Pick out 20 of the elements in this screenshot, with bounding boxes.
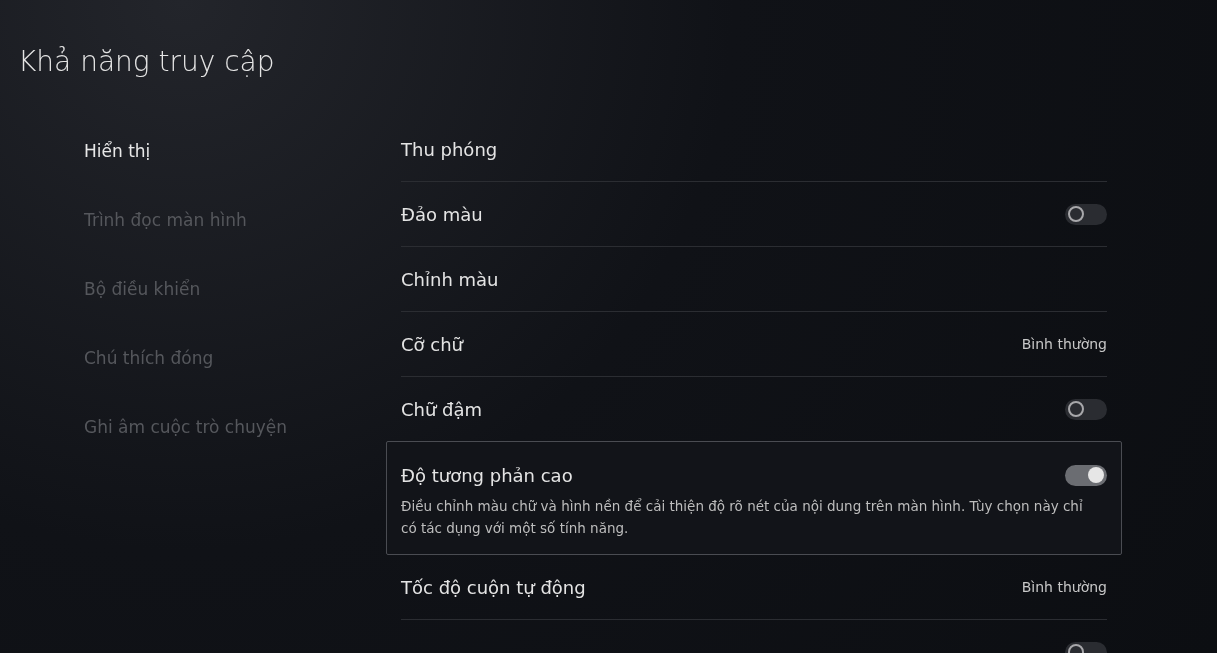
toggle-switch[interactable]	[1065, 203, 1107, 225]
setting-label: Thu phóng	[401, 137, 498, 162]
setting-value: Bình thường	[1021, 334, 1107, 354]
setting-label: Tốc độ cuộn tự động	[401, 575, 586, 600]
sidebar-item[interactable]: Ghi âm cuộc trò chuyện	[84, 414, 287, 441]
sidebar-item[interactable]: Chú thích đóng	[84, 345, 214, 372]
setting-label: Chữ đậm	[401, 397, 483, 422]
setting-label: Đảo màu	[401, 202, 483, 227]
focused-setting-card[interactable]: Độ tương phản cao Điều chỉnh màu chữ và hình nền để cải thiện độ rõ nét của nội dung trên màn hình. Tùy chọn này chỉ có tác dụng với một số tính năng.	[386, 441, 1122, 555]
setting-value: Bình thường	[1021, 577, 1107, 597]
setting-description: Điều chỉnh màu chữ và hình nền để cải thiện độ rõ nét của nội dung trên màn hình. Tùy chọn này chỉ có tác dụng với một số tính năng.	[401, 497, 1084, 538]
toggle-switch[interactable]	[1065, 464, 1107, 486]
setting-label: Chỉnh màu	[401, 267, 499, 292]
setting-label: Cỡ chữ	[401, 332, 463, 357]
toggle-switch[interactable]	[1065, 398, 1107, 420]
sidebar-item[interactable]: Trình đọc màn hình	[84, 207, 247, 234]
page-title: Khả năng truy cập	[18, 44, 275, 80]
sidebar-item[interactable]: Bộ điều khiển	[84, 276, 201, 303]
setting-label: Độ tương phản cao	[401, 463, 573, 488]
sidebar-item[interactable]: Hiển thị	[84, 138, 151, 165]
